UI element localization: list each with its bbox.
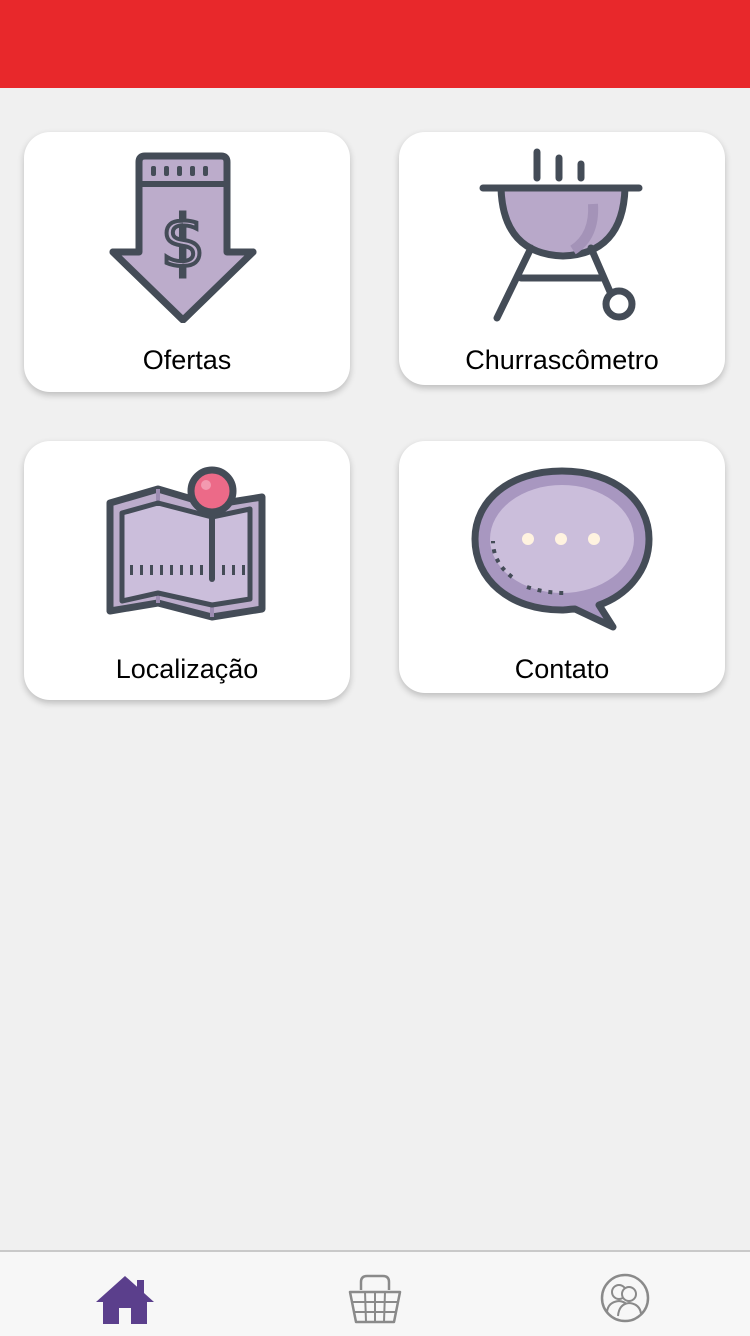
bottom-tab-bar — [0, 1250, 750, 1336]
menu-card-ofertas[interactable]: $ Ofertas — [24, 132, 350, 392]
tab-home[interactable] — [94, 1268, 154, 1328]
menu-card-label: Churrascômetro — [465, 345, 659, 375]
tab-profile[interactable] — [595, 1268, 655, 1328]
svg-text:$: $ — [161, 201, 206, 283]
menu-card-localizacao[interactable]: Localização — [24, 441, 350, 700]
basket-icon — [348, 1274, 402, 1324]
map-pin-icon — [106, 466, 266, 621]
menu-card-label: Contato — [514, 654, 610, 684]
grill-icon — [479, 148, 643, 322]
home-icon — [96, 1276, 154, 1324]
user-circle-icon — [600, 1273, 650, 1323]
menu-card-label: Ofertas — [142, 345, 232, 375]
price-drop-icon: $ — [109, 152, 257, 323]
menu-card-label: Localização — [115, 654, 259, 684]
menu-card-contato[interactable]: Contato — [399, 441, 725, 693]
top-app-bar — [0, 0, 750, 88]
chat-bubble-icon — [471, 467, 653, 631]
tab-basket[interactable] — [345, 1268, 405, 1328]
menu-card-churrascometro[interactable]: Churrascômetro — [399, 132, 725, 385]
